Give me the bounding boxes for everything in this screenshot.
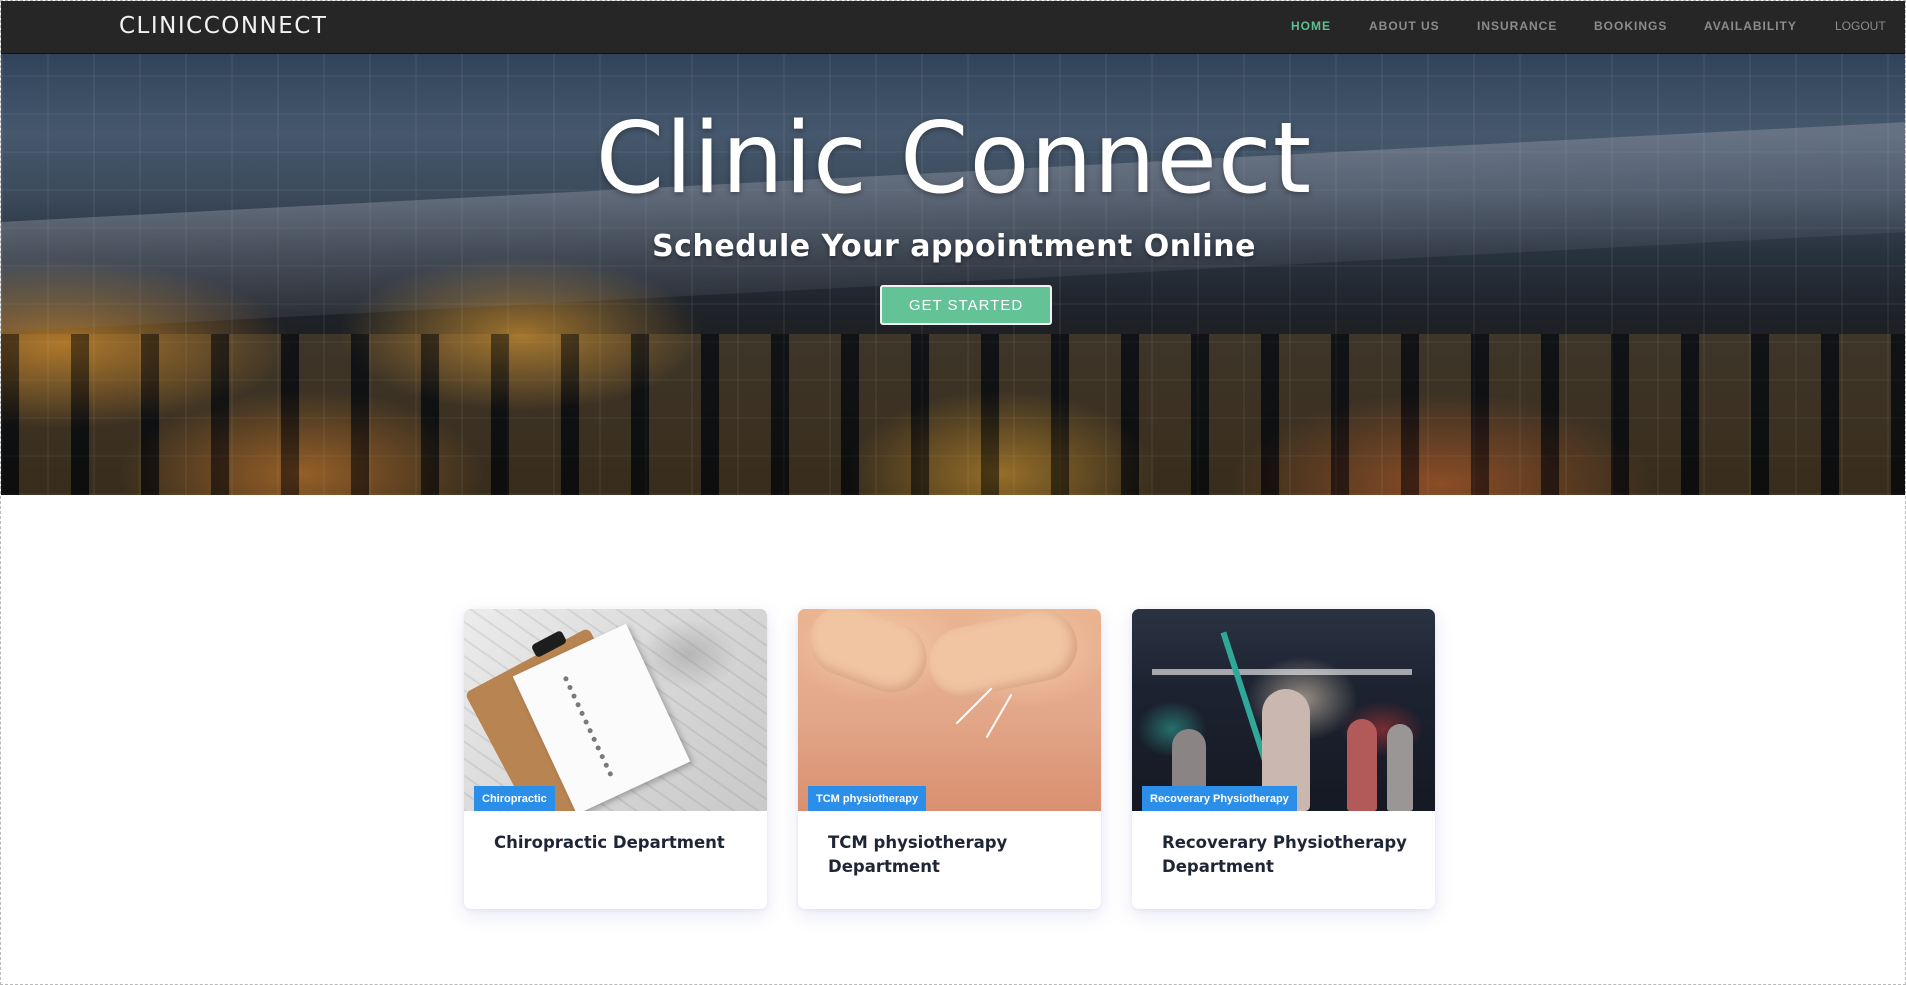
person-graphic bbox=[1387, 724, 1413, 811]
nav-insurance-link[interactable]: INSURANCE bbox=[1477, 19, 1557, 33]
needle-graphic bbox=[985, 693, 1013, 739]
nav-about-us-link[interactable]: ABOUT US bbox=[1369, 19, 1440, 33]
card-tag: TCM physiotherapy bbox=[808, 786, 927, 811]
card-tag: Chiropractic bbox=[474, 786, 555, 811]
hand-graphic bbox=[799, 609, 937, 703]
hero-title: Clinic Connect bbox=[595, 102, 1313, 216]
hand-graphic bbox=[922, 609, 1084, 704]
nav-availability-link[interactable]: AVAILABILITY bbox=[1704, 19, 1797, 33]
card-title: Recoverary Physiotherapy Department bbox=[1162, 833, 1407, 876]
card-image-tcm: TCM physiotherapy bbox=[798, 609, 1101, 811]
person-graphic bbox=[1347, 719, 1377, 811]
nav-home-link[interactable]: HOME bbox=[1291, 19, 1331, 33]
card-image-recovery: Recoverary Physiotherapy bbox=[1132, 609, 1435, 811]
card-tag: Recoverary Physiotherapy bbox=[1142, 786, 1297, 811]
nav-logout-link[interactable]: LOGOUT bbox=[1835, 19, 1886, 33]
page: CLINICCONNECT HOME ABOUT US INSURANCE BO… bbox=[0, 0, 1906, 985]
card-title: Chiropractic Department bbox=[494, 833, 725, 852]
get-started-button[interactable]: GET STARTED bbox=[880, 285, 1052, 325]
department-card-tcm[interactable]: TCM physiotherapy TCM physiotherapy Depa… bbox=[798, 609, 1101, 909]
card-image-chiropractic: Chiropractic bbox=[464, 609, 767, 811]
top-navbar: CLINICCONNECT HOME ABOUT US INSURANCE BO… bbox=[1, 1, 1905, 54]
department-card-recovery[interactable]: Recoverary Physiotherapy Recoverary Phys… bbox=[1132, 609, 1435, 909]
hero-subtitle: Schedule Your appointment Online bbox=[652, 229, 1256, 264]
department-card-chiropractic[interactable]: Chiropractic Chiropractic Department bbox=[464, 609, 767, 909]
card-title: TCM physiotherapy Department bbox=[828, 833, 1008, 876]
nav-bookings-link[interactable]: BOOKINGS bbox=[1594, 19, 1667, 33]
hero-banner: Clinic Connect Schedule Your appointment… bbox=[1, 54, 1905, 495]
brand-logo[interactable]: CLINICCONNECT bbox=[119, 13, 327, 39]
light-graphic bbox=[1152, 669, 1412, 675]
